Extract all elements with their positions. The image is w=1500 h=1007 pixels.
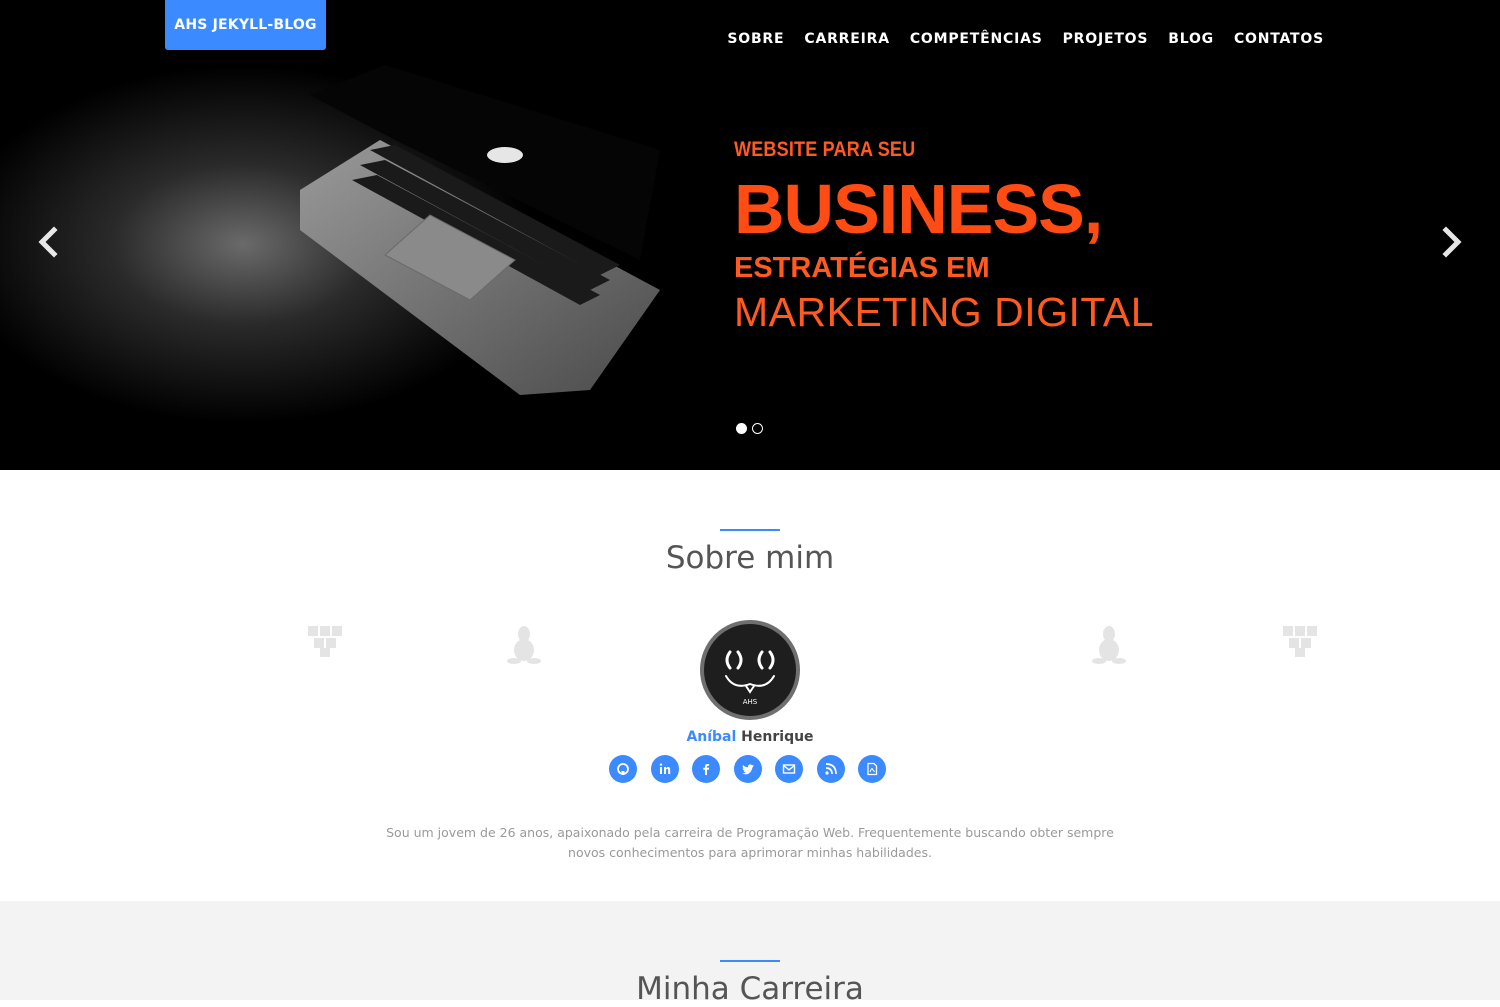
cubes-icon bbox=[1283, 626, 1317, 657]
slide-caption: WEBSITE PARA SEU BUSINESS, ESTRATÉGIAS E… bbox=[734, 138, 1154, 336]
avatar-face-logo: AHS bbox=[725, 650, 775, 706]
slide-line-2: BUSINESS, bbox=[734, 170, 1103, 248]
slide-line-4: MARKETING DIGITAL bbox=[734, 289, 1155, 335]
profile-name: Aníbal Henrique bbox=[0, 729, 1500, 745]
brand-button[interactable]: AHS JEKYLL-BLOG bbox=[165, 0, 326, 50]
section-divider bbox=[720, 529, 780, 531]
svg-text:AHS: AHS bbox=[743, 698, 758, 706]
pdf-link[interactable] bbox=[858, 755, 886, 783]
facebook-icon bbox=[703, 764, 710, 775]
profile-bio: Sou um jovem de 26 anos, apaixonado pela… bbox=[386, 825, 1114, 860]
chevron-right-icon bbox=[1442, 226, 1462, 258]
github-icon bbox=[617, 763, 629, 775]
career-section: Minha Carreira bbox=[0, 901, 1500, 1007]
cubes-icon bbox=[308, 626, 342, 657]
profile-last-name: Henrique bbox=[736, 729, 814, 745]
main-nav: SOBRE CARREIRA COMPETÊNCIAS PROJETOS BLO… bbox=[707, 31, 1324, 47]
avatar: AHS bbox=[700, 620, 800, 720]
carousel-indicator-2[interactable] bbox=[752, 423, 763, 434]
linkedin-link[interactable] bbox=[650, 755, 679, 783]
slide-line-3: ESTRATÉGIAS EM bbox=[734, 252, 990, 284]
slide-line-1: WEBSITE PARA SEU bbox=[734, 138, 916, 161]
linux-icon bbox=[507, 626, 541, 664]
carousel-indicator-1[interactable] bbox=[736, 423, 747, 434]
twitter-icon bbox=[741, 764, 754, 775]
nav-item-sobre[interactable]: SOBRE bbox=[727, 31, 784, 47]
about-title: Sobre mim bbox=[665, 540, 835, 576]
social-links bbox=[609, 755, 900, 783]
nav-item-blog[interactable]: BLOG bbox=[1168, 31, 1214, 47]
carousel-prev-button[interactable] bbox=[34, 222, 64, 262]
nav-item-contatos[interactable]: CONTATOS bbox=[1234, 31, 1324, 47]
carousel-indicators bbox=[736, 423, 763, 434]
email-icon bbox=[782, 764, 796, 774]
email-link[interactable] bbox=[775, 755, 803, 783]
about-section: Sobre mim AHS Aníbal Henrique Sou um jov… bbox=[0, 470, 1500, 901]
section-divider bbox=[720, 960, 780, 962]
linux-icon bbox=[1092, 626, 1126, 664]
profile-first-name: Aníbal bbox=[686, 729, 737, 745]
career-title: Minha Carreira bbox=[636, 971, 864, 1007]
nav-item-carreira[interactable]: CARREIRA bbox=[804, 31, 889, 47]
twitter-link[interactable] bbox=[733, 755, 762, 783]
chevron-left-icon bbox=[38, 226, 58, 258]
rss-link[interactable] bbox=[816, 755, 845, 783]
hero-carousel: AHS JEKYLL-BLOG SOBRE CARREIRA COMPETÊNC… bbox=[0, 0, 1500, 470]
nav-item-projetos[interactable]: PROJETOS bbox=[1063, 31, 1149, 47]
github-link[interactable] bbox=[609, 755, 637, 783]
carousel-next-button[interactable] bbox=[1436, 222, 1466, 262]
nav-item-competencias[interactable]: COMPETÊNCIAS bbox=[910, 31, 1043, 47]
pdf-icon bbox=[867, 762, 878, 776]
linkedin-icon bbox=[659, 763, 670, 774]
rss-icon bbox=[824, 763, 837, 775]
facebook-link[interactable] bbox=[692, 755, 720, 783]
